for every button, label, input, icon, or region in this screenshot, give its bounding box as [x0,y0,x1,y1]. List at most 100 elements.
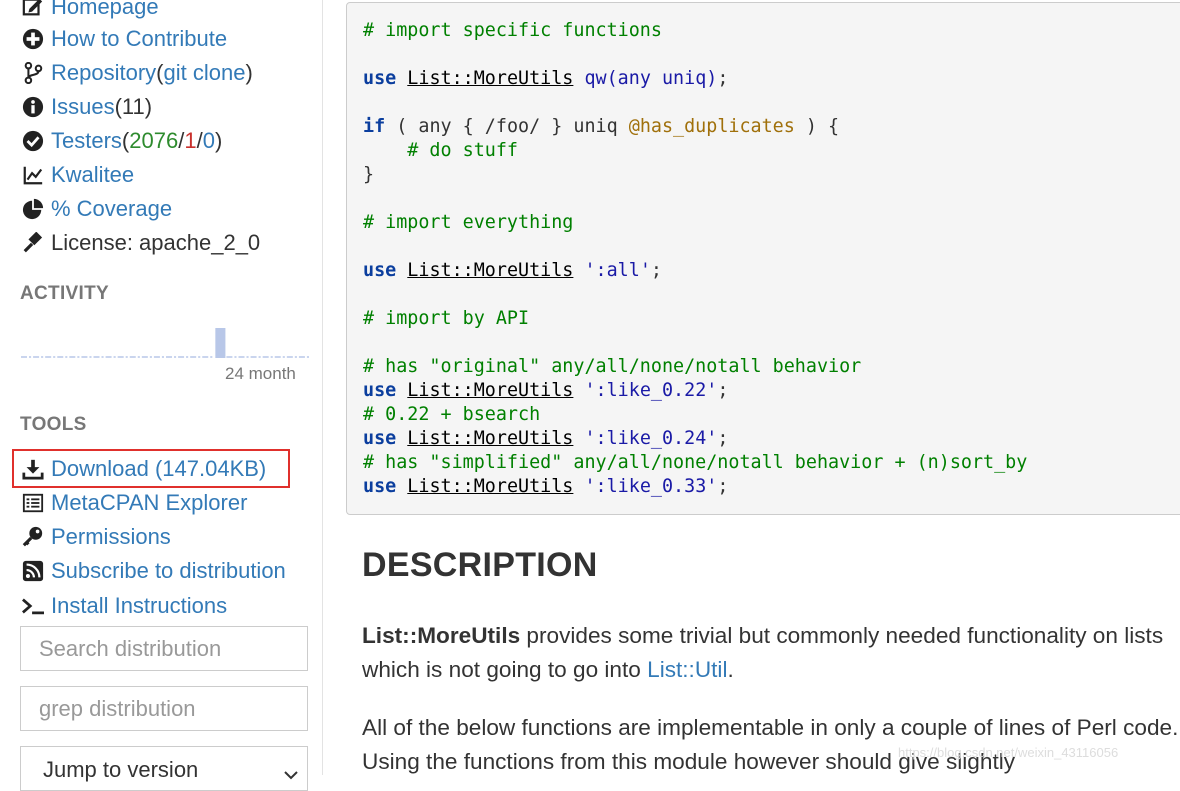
code-keyword: if [363,116,386,137]
install-label[interactable]: Install Instructions [51,593,227,619]
key-icon [20,524,46,550]
jump-to-version-select[interactable]: Jump to version [20,746,308,791]
repo-close-paren: ) [245,60,253,85]
download-icon [20,456,46,482]
plus-circle-icon [20,26,46,52]
license-item: License: apache_2_0 [20,226,260,260]
activity-heading: ACTIVITY [20,283,109,304]
testers-fail-link[interactable]: 1 [184,128,196,154]
repository-link[interactable]: Repository [51,60,156,86]
terminal-icon [20,593,46,619]
code-keyword: use [363,428,397,449]
paragraph-end: . [727,657,734,682]
code-module-link[interactable]: List::MoreUtils [407,476,573,497]
description-heading: DESCRIPTION [362,546,598,584]
code-line: use List::MoreUtils ':like_0.22'; [363,379,1179,403]
code-line: # 0.22 + bsearch [363,403,1179,427]
grep-distribution-input[interactable] [20,686,308,731]
code-line: # import by API [363,307,1179,331]
jump-to-version-label: Jump to version [43,757,199,782]
explorer-link[interactable]: MetaCPAN Explorer [20,486,247,520]
kwalitee-label[interactable]: Kwalitee [51,162,134,188]
repository-item: Repository (git clone) [20,56,253,90]
code-line: # has "simplified" any/all/none/notall b… [363,451,1179,475]
subscribe-label[interactable]: Subscribe to distribution [51,558,286,584]
list-util-link[interactable]: List::Util [647,657,727,682]
code-module-link[interactable]: List::MoreUtils [407,428,573,449]
contribute-label[interactable]: How to Contribute [51,26,227,52]
repo-open-paren: ( [156,60,164,85]
testers-link[interactable]: Testers [51,128,122,154]
code-line: if ( any { /foo/ } uniq @has_duplicates … [363,115,1179,139]
code-module-link[interactable]: List::MoreUtils [407,380,573,401]
code-qw: qw(any uniq) [584,68,718,89]
check-circle-icon [20,128,46,154]
code-semicolon: ; [717,476,729,497]
pie-chart-icon [20,196,46,222]
homepage-link[interactable]: Homepage [20,0,159,24]
code-string: ':all' [584,260,651,281]
code-keyword: use [363,68,397,89]
kwalitee-link[interactable]: Kwalitee [20,158,134,192]
code-module-link[interactable]: List::MoreUtils [407,260,573,281]
code-keyword: use [363,380,397,401]
code-comment: # 0.22 + bsearch [363,404,541,425]
contribute-link[interactable]: How to Contribute [20,22,227,56]
code-comment: # import by API [363,308,530,329]
coverage-label[interactable]: % Coverage [51,196,172,222]
gavel-icon [20,230,46,256]
activity-period-label: 24 month [225,364,296,383]
code-text: } [363,164,375,185]
code-string: ':like_0.33' [584,476,718,497]
download-label[interactable]: Download (147.04KB) [51,456,266,482]
permissions-label[interactable]: Permissions [51,524,171,550]
download-link[interactable]: Download (147.04KB) [20,452,266,486]
code-semicolon: ; [717,68,729,89]
git-clone-link[interactable]: git clone [163,60,245,86]
license-label: License: apache_2_0 [51,230,261,255]
code-line: # import everything [363,211,1179,235]
code-keyword: use [363,476,397,497]
code-comment: # import specific functions [363,20,662,41]
synopsis-code-block: # import specific functions use List::Mo… [346,2,1180,515]
subscribe-link[interactable]: Subscribe to distribution [20,554,286,588]
tools-heading: TOOLS [20,414,87,435]
explorer-label[interactable]: MetaCPAN Explorer [51,490,247,516]
testers-close-paren: ) [214,128,223,153]
code-line: } [363,163,1179,187]
install-link[interactable]: Install Instructions [20,589,227,623]
testers-pass-link[interactable]: 2076 [129,128,178,154]
code-line: # has "original" any/all/none/notall beh… [363,355,1179,379]
watermark: https://blog.csdn.net/weixin_43116056 [898,745,1119,760]
info-circle-icon [20,94,46,120]
coverage-link[interactable]: % Coverage [20,192,172,226]
issues-count: (11) [114,94,153,119]
code-comment: # do stuff [363,140,519,161]
homepage-label[interactable]: Homepage [51,0,159,20]
chevron-down-icon [283,761,299,787]
search-distribution-input[interactable] [20,626,308,671]
rss-icon [20,558,46,584]
testers-na-link[interactable]: 0 [203,128,215,154]
code-comment: # has "original" any/all/none/notall beh… [363,356,862,377]
module-name: List::MoreUtils [362,623,521,648]
activity-chart [21,328,309,358]
list-alt-icon [20,490,46,516]
code-semicolon: ; [650,260,662,281]
code-line: use List::MoreUtils ':like_0.24'; [363,427,1179,451]
code-semicolon: ; [717,380,729,401]
permissions-link[interactable]: Permissions [20,520,171,554]
code-line: use List::MoreUtils ':all'; [363,259,1179,283]
code-module-link[interactable]: List::MoreUtils [407,68,573,89]
issues-link[interactable]: Issues [51,94,115,120]
testers-item: Testers (2076 / 1 / 0) [20,124,222,158]
code-string: ':like_0.24' [584,428,718,449]
code-string: ':like_0.22' [584,380,718,401]
edit-icon [20,0,46,20]
activity-bar [215,328,226,358]
